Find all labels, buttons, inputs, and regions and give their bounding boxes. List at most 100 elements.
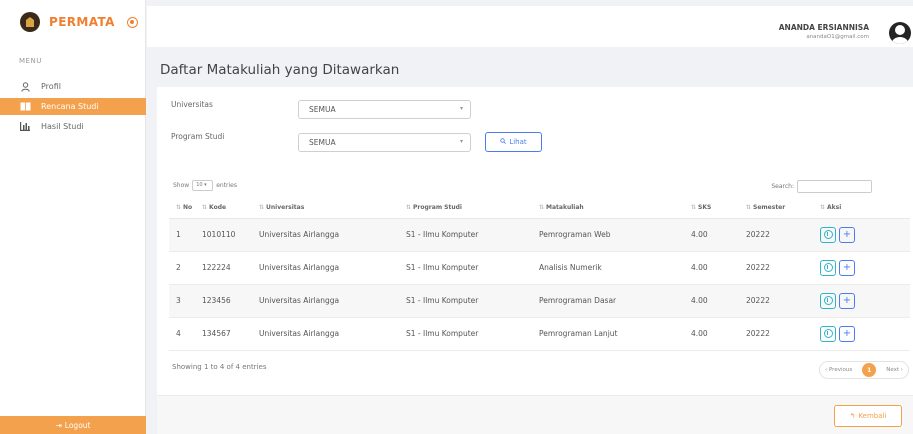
- universitas-label: Universitas: [171, 100, 213, 109]
- search-input[interactable]: [797, 180, 872, 193]
- table-header-row: ⇅ No ⇅ Kode ⇅ Universitas ⇅ Program Studi ⇅ M…: [169, 198, 910, 219]
- cell-aksi: +: [820, 317, 910, 351]
- search-icon: [500, 138, 507, 146]
- prodi-value: SEMUA: [309, 138, 336, 147]
- plus-icon: +: [842, 229, 852, 240]
- page-title: Daftar Matakuliah yang Ditawarkan: [160, 62, 400, 78]
- cell-aksi: +: [820, 284, 910, 318]
- course-list-card: Universitas SEMUA ▾ Program Studi SEMUA …: [157, 87, 913, 434]
- cell-matakuliah: Pemrograman Dasar: [539, 284, 691, 318]
- col-header-no[interactable]: ⇅ No: [169, 198, 202, 219]
- add-course-button[interactable]: +: [839, 259, 855, 276]
- previous-button[interactable]: ‹ Previous: [825, 367, 852, 373]
- cell-semester: 20222: [746, 317, 820, 351]
- cell-kode: 122224: [202, 251, 259, 285]
- logout-button[interactable]: ⇥ Logout: [0, 416, 146, 434]
- entries-label: entries: [216, 182, 238, 189]
- cell-universitas: Universitas Airlangga: [259, 317, 406, 351]
- col-header-sks[interactable]: ⇅ SKS: [691, 198, 746, 219]
- user-email: anandaO1@gmail.com: [806, 34, 869, 40]
- table-row: 2 122224 Universitas Airlangga S1 - Ilmu…: [169, 251, 910, 285]
- cell-prodi: S1 - Ilmu Komputer: [406, 284, 539, 318]
- course-table: ⇅ No ⇅ Kode ⇅ Universitas ⇅ Program Studi ⇅ M…: [169, 198, 910, 351]
- user-icon: [19, 81, 31, 92]
- info-button[interactable]: [820, 292, 836, 309]
- top-header: ANANDA ERSIANNISA anandaO1@gmail.com: [147, 6, 913, 47]
- info-icon: [823, 230, 833, 239]
- page-1-button[interactable]: 1: [862, 363, 877, 377]
- cell-kode: 134567: [202, 317, 259, 351]
- show-label: Show: [173, 182, 190, 189]
- cell-kode: 123456: [202, 284, 259, 318]
- kembali-label: Kembali: [858, 412, 887, 420]
- info-button[interactable]: [820, 325, 836, 342]
- sidebar-item-label: Profil: [41, 82, 61, 91]
- col-header-aksi[interactable]: ⇅ Aksi: [820, 198, 910, 219]
- cell-aksi: +: [820, 218, 910, 252]
- table-row: 1 1010110 Universitas Airlangga S1 - Ilm…: [169, 218, 910, 252]
- entries-value: 10: [196, 182, 203, 188]
- prodi-select[interactable]: SEMUA ▾: [298, 133, 471, 152]
- info-button[interactable]: [820, 226, 836, 243]
- back-arrow-icon: ↰: [849, 412, 856, 420]
- add-course-button[interactable]: +: [839, 325, 855, 342]
- cell-semester: 20222: [746, 251, 820, 285]
- cell-prodi: S1 - Ilmu Komputer: [406, 218, 539, 252]
- universitas-select[interactable]: SEMUA ▾: [298, 100, 471, 119]
- entries-select[interactable]: 10 ▾: [192, 180, 214, 191]
- university-logo-icon: [20, 12, 40, 32]
- showing-entries-text: Showing 1 to 4 of 4 entries: [172, 363, 267, 371]
- plus-icon: +: [842, 295, 852, 306]
- table-row: 3 123456 Universitas Airlangga S1 - Ilmu…: [169, 284, 910, 318]
- cell-sks: 4.00: [691, 251, 746, 285]
- menu-title: MENU: [19, 57, 42, 65]
- prodi-label: Program Studi: [171, 132, 225, 141]
- plus-icon: +: [842, 262, 852, 273]
- cell-semester: 20222: [746, 218, 820, 252]
- universitas-value: SEMUA: [309, 105, 336, 114]
- info-icon: [823, 263, 833, 272]
- cell-no: 4: [169, 317, 202, 351]
- cell-no: 3: [169, 284, 202, 318]
- chevron-down-icon: ▾: [459, 105, 463, 112]
- add-course-button[interactable]: +: [839, 292, 855, 309]
- cell-prodi: S1 - Ilmu Komputer: [406, 317, 539, 351]
- cell-no: 1: [169, 218, 202, 252]
- brand: PERMATA: [20, 10, 138, 34]
- sidebar-toggle-icon[interactable]: [126, 16, 138, 28]
- table-search: Search:: [771, 180, 872, 193]
- lihat-label: Lihat: [509, 138, 527, 146]
- sidebar: PERMATA MENU Profil Rencana Studi Hasil …: [0, 0, 146, 434]
- sidebar-item-label: Hasil Studi: [41, 122, 84, 131]
- col-header-semester[interactable]: ⇅ Semester: [746, 198, 820, 219]
- sidebar-item-rencana-studi[interactable]: Rencana Studi: [0, 98, 146, 115]
- add-course-button[interactable]: +: [839, 226, 855, 243]
- logout-label: Logout: [64, 420, 91, 430]
- plus-icon: +: [842, 328, 852, 339]
- previous-label: Previous: [828, 367, 853, 373]
- kembali-button[interactable]: ↰ Kembali: [834, 405, 902, 427]
- book-icon: [19, 102, 31, 112]
- sidebar-item-hasil-studi[interactable]: Hasil Studi: [0, 118, 146, 135]
- next-label: Next: [886, 367, 900, 373]
- col-header-matakuliah[interactable]: ⇅ Matakuliah: [539, 198, 691, 219]
- card-footer: [157, 396, 913, 434]
- sidebar-item-profil[interactable]: Profil: [0, 78, 146, 95]
- cell-universitas: Universitas Airlangga: [259, 251, 406, 285]
- col-header-prodi[interactable]: ⇅ Program Studi: [406, 198, 539, 219]
- info-icon: [823, 329, 833, 338]
- lihat-button[interactable]: Lihat: [485, 132, 542, 152]
- cell-prodi: S1 - Ilmu Komputer: [406, 251, 539, 285]
- cell-universitas: Universitas Airlangga: [259, 218, 406, 252]
- cell-matakuliah: Pemrograman Web: [539, 218, 691, 252]
- bar-chart-icon: [19, 122, 31, 132]
- cell-aksi: +: [820, 251, 910, 285]
- info-button[interactable]: [820, 259, 836, 276]
- col-header-universitas[interactable]: ⇅ Universitas: [259, 198, 406, 219]
- cell-matakuliah: Analisis Numerik: [539, 251, 691, 285]
- sidebar-item-label: Rencana Studi: [41, 102, 99, 111]
- col-header-kode[interactable]: ⇅ Kode: [202, 198, 259, 219]
- next-button[interactable]: Next ›: [886, 367, 903, 373]
- avatar[interactable]: [889, 22, 911, 44]
- cell-universitas: Universitas Airlangga: [259, 284, 406, 318]
